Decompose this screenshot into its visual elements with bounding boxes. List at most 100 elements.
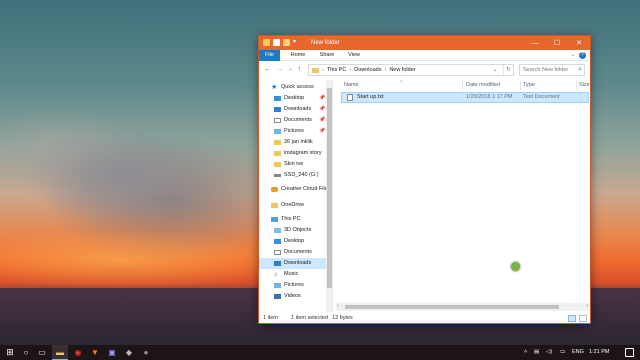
new-folder-icon[interactable] <box>283 39 290 46</box>
navigation-pane-scrollbar[interactable] <box>326 80 333 312</box>
start-button[interactable]: ⊞ <box>2 345 18 360</box>
folder-icon <box>274 140 281 145</box>
pin-icon: 📌 <box>319 95 326 101</box>
language-indicator[interactable]: ENG <box>572 345 584 360</box>
show-hidden-icons[interactable]: ˄ <box>524 345 527 360</box>
clock[interactable]: 1:21 PM <box>589 345 609 360</box>
nav-item-downloads[interactable]: Downloads <box>259 258 326 269</box>
network-icon[interactable]: ▤ <box>534 345 539 360</box>
nav-item-label: Desktop <box>284 238 305 244</box>
app-icon[interactable]: ● <box>138 345 154 360</box>
minimize-button[interactable]: — <box>524 36 546 50</box>
breadcrumb-this-pc[interactable]: This PC <box>327 65 347 75</box>
file-date: 1/29/2018 1:17 PM <box>466 94 513 100</box>
status-size: 13 bytes <box>332 315 353 321</box>
scroll-right-icon[interactable]: › <box>586 303 588 309</box>
premiere-icon[interactable]: ▣ <box>104 345 120 360</box>
file-explorer-icon[interactable]: ▬ <box>52 345 68 360</box>
downloads-icon <box>274 261 281 266</box>
nav-item-pictures[interactable]: Pictures <box>259 280 326 291</box>
column-size[interactable]: Size <box>579 80 590 91</box>
vlc-icon[interactable]: ▼ <box>87 345 103 360</box>
app-icon[interactable]: ◆ <box>121 345 137 360</box>
volume-icon[interactable]: ◁) <box>546 345 552 360</box>
customize-toolbar-icon[interactable]: ▾ <box>293 39 300 46</box>
battery-icon[interactable]: ▭ <box>560 345 565 360</box>
tab-file[interactable]: File <box>259 50 280 61</box>
tab-home[interactable]: Home <box>286 50 310 61</box>
nav-item-label: Pictures <box>284 128 304 134</box>
nav-item-drive[interactable]: SSD_240 (G:) <box>259 170 326 181</box>
nav-item-videos[interactable]: Videos <box>259 291 326 302</box>
ribbon: File Home Share View ⌄ ? <box>259 50 590 61</box>
horizontal-scrollbar[interactable]: ‹ › <box>336 303 590 311</box>
nav-item-folder[interactable]: Skin ive <box>259 159 326 170</box>
address-dropdown-icon[interactable]: ⌄ <box>490 65 500 75</box>
nav-item-desktop[interactable]: Desktop <box>259 236 326 247</box>
nav-item-documents[interactable]: Documents <box>259 247 326 258</box>
close-button[interactable]: ✕ <box>568 36 590 50</box>
creative-cloud-icon <box>271 187 278 192</box>
back-button[interactable]: ← <box>263 65 272 74</box>
expand-ribbon-icon[interactable]: ⌄ <box>571 52 575 59</box>
breadcrumb-separator: › <box>349 67 352 73</box>
scroll-left-icon[interactable]: ‹ <box>337 303 339 309</box>
3d-objects-icon <box>274 228 281 233</box>
tab-view[interactable]: View <box>343 50 365 61</box>
status-item-count: 1 item <box>263 315 278 321</box>
nav-item-folder[interactable]: instagram story <box>259 148 326 159</box>
file-explorer-window[interactable]: ▾ New folder — ☐ ✕ File Home Share View … <box>258 35 591 324</box>
search-placeholder: Search New folder <box>523 67 569 73</box>
large-icons-view-button[interactable] <box>579 315 587 322</box>
file-name: Start up.txt <box>357 94 384 100</box>
window-title: New folder <box>311 39 340 46</box>
breadcrumb-new-folder[interactable]: New folder <box>389 65 415 75</box>
properties-icon[interactable] <box>273 39 280 46</box>
breadcrumb-separator: › <box>322 67 324 73</box>
nav-item-desktop[interactable]: Desktop 📌 <box>259 93 326 104</box>
folder-icon <box>274 162 281 167</box>
column-name[interactable]: Name <box>344 80 359 91</box>
nav-item-this-pc[interactable]: This PC <box>259 214 326 225</box>
tab-share[interactable]: Share <box>315 50 339 61</box>
nav-item-label: Documents <box>284 249 312 255</box>
nav-item-music[interactable]: ♪ Music <box>259 269 326 280</box>
recent-locations-button[interactable]: ⌄ <box>286 65 295 74</box>
nav-item-3d-objects[interactable]: 3D Objects <box>259 225 326 236</box>
scrollbar-thumb[interactable] <box>345 305 559 309</box>
up-button[interactable]: ↑ <box>295 65 304 74</box>
computer-icon <box>271 217 278 222</box>
cortana-icon[interactable]: ○ <box>18 345 34 360</box>
column-date-modified[interactable]: Date modified <box>466 80 500 91</box>
nav-item-folder[interactable]: 26 jan inklik <box>259 137 326 148</box>
drive-icon <box>274 174 281 177</box>
title-bar[interactable]: ▾ New folder — ☐ ✕ <box>259 36 590 50</box>
nav-item-creative-cloud[interactable]: Creative Cloud Files <box>259 184 331 195</box>
nav-item-onedrive[interactable]: OneDrive <box>259 200 326 211</box>
action-center-icon[interactable] <box>625 348 634 357</box>
refresh-icon[interactable]: ↻ <box>503 65 513 75</box>
opera-icon[interactable]: ◉ <box>70 345 86 360</box>
column-type[interactable]: Type <box>523 80 535 91</box>
nav-item-quick-access[interactable]: ★ Quick access <box>259 82 326 93</box>
address-bar[interactable]: › This PC › Downloads › New folder ⌄ ↻ <box>308 64 514 76</box>
task-view-icon[interactable]: ▭ <box>34 345 50 360</box>
column-divider[interactable] <box>462 81 463 90</box>
details-view-button[interactable] <box>568 315 576 322</box>
scrollbar-thumb[interactable] <box>327 88 332 288</box>
nav-item-pictures[interactable]: Pictures 📌 <box>259 126 326 137</box>
text-file-icon <box>347 94 353 101</box>
column-divider[interactable] <box>520 81 521 90</box>
star-icon: ★ <box>271 84 278 91</box>
help-icon[interactable]: ? <box>579 52 586 59</box>
file-row[interactable]: Start up.txt 1/29/2018 1:17 PM Text Docu… <box>341 92 589 103</box>
nav-item-documents[interactable]: Documents 📌 <box>259 115 326 126</box>
nav-item-downloads[interactable]: Downloads 📌 <box>259 104 326 115</box>
videos-icon <box>274 294 281 299</box>
search-input[interactable]: Search New folder ⌕ <box>519 64 585 76</box>
maximize-button[interactable]: ☐ <box>546 36 568 50</box>
search-icon: ⌕ <box>578 66 582 73</box>
breadcrumb-downloads[interactable]: Downloads <box>354 65 381 75</box>
forward-button[interactable]: → <box>275 65 284 74</box>
column-divider[interactable] <box>576 81 577 90</box>
